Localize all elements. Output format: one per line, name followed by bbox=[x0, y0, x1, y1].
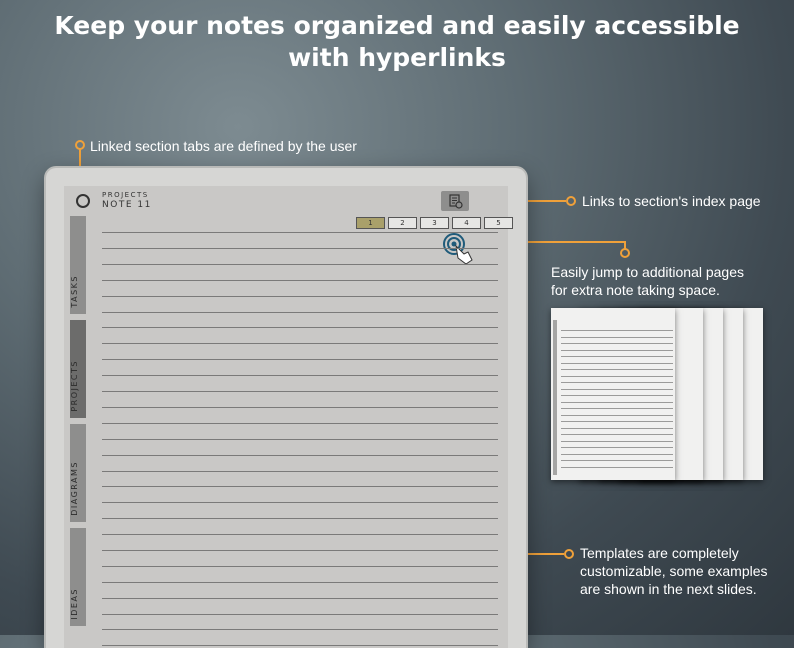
ruled-line bbox=[102, 359, 498, 360]
callout-index-end-dot bbox=[566, 196, 576, 206]
circle-icon[interactable] bbox=[76, 194, 90, 208]
planner-screen: PROJECTS NOTE 11 1 2 3 4 5 TASKS PROJECT… bbox=[64, 186, 513, 648]
callout-templates-line1: Templates are completely bbox=[580, 545, 739, 561]
document-index-icon bbox=[449, 194, 463, 209]
ruled-line bbox=[102, 645, 498, 646]
ruled-line bbox=[102, 518, 498, 519]
callout-templates-text: Templates are completely customizable, s… bbox=[580, 544, 768, 598]
ruled-line bbox=[102, 582, 498, 583]
page-button-5[interactable]: 5 bbox=[484, 217, 513, 229]
callout-templates-end-dot bbox=[564, 549, 574, 559]
ruled-line bbox=[102, 502, 498, 503]
mini-ruled-line bbox=[561, 350, 673, 351]
mini-page bbox=[551, 308, 675, 480]
mini-ruled-line bbox=[561, 434, 673, 435]
mini-ruled-line bbox=[561, 447, 673, 448]
section-title: PROJECTS bbox=[102, 191, 149, 199]
page-button-2[interactable]: 2 bbox=[388, 217, 417, 229]
mini-ruled-line bbox=[561, 356, 673, 357]
ruled-line bbox=[102, 343, 498, 344]
callout-templates-line3: are shown in the next slides. bbox=[580, 581, 757, 597]
tab-tasks-label: TASKS bbox=[70, 275, 79, 308]
pages-preview bbox=[551, 308, 763, 480]
mini-ruled-line bbox=[561, 343, 673, 344]
ruled-line bbox=[102, 232, 498, 233]
tab-ideas[interactable]: IDEAS bbox=[70, 528, 86, 626]
tab-ideas-label: IDEAS bbox=[70, 588, 79, 620]
headline-line1: Keep your notes organized and easily acc… bbox=[54, 11, 740, 40]
mini-ruled-line bbox=[561, 382, 673, 383]
ruled-line bbox=[102, 550, 498, 551]
mini-ruled-line bbox=[561, 369, 673, 370]
ruled-line bbox=[102, 248, 498, 249]
ruled-line bbox=[102, 407, 498, 408]
ruled-line bbox=[102, 629, 498, 630]
page-button-3[interactable]: 3 bbox=[420, 217, 449, 229]
ruled-line bbox=[102, 486, 498, 487]
mini-ruled-line bbox=[561, 454, 673, 455]
mini-ruled-line bbox=[561, 337, 673, 338]
page-selector: 1 2 3 4 5 bbox=[356, 217, 513, 229]
ruled-line bbox=[102, 566, 498, 567]
index-button[interactable] bbox=[441, 191, 469, 211]
page-button-1[interactable]: 1 bbox=[356, 217, 385, 229]
ruled-line bbox=[102, 296, 498, 297]
ruled-line bbox=[102, 423, 498, 424]
tab-diagrams-label: DIAGRAMS bbox=[70, 461, 79, 516]
mini-ruled-line bbox=[561, 330, 673, 331]
callout-templates-line2: customizable, some examples bbox=[580, 563, 768, 579]
ruled-line bbox=[102, 264, 498, 265]
mini-ruled-line bbox=[561, 467, 673, 468]
tab-projects-label: PROJECTS bbox=[70, 360, 79, 412]
tab-projects[interactable]: PROJECTS bbox=[70, 320, 86, 418]
ruled-line bbox=[102, 614, 498, 615]
callout-tabs-text: Linked section tabs are defined by the u… bbox=[90, 138, 357, 154]
mini-tab-strip bbox=[553, 320, 557, 475]
ruled-line bbox=[102, 471, 498, 472]
callout-jump-line1: Easily jump to additional pages bbox=[551, 264, 745, 280]
ruled-line bbox=[102, 455, 498, 456]
mini-ruled-line bbox=[561, 460, 673, 461]
mini-ruled-line bbox=[561, 441, 673, 442]
note-title: NOTE 11 bbox=[102, 200, 152, 210]
ruled-line bbox=[102, 391, 498, 392]
tablet-device: PROJECTS NOTE 11 1 2 3 4 5 TASKS PROJECT… bbox=[46, 168, 526, 648]
ruled-line bbox=[102, 280, 498, 281]
mini-ruled-line bbox=[561, 415, 673, 416]
headline-line2: with hyperlinks bbox=[288, 43, 506, 72]
ruled-line bbox=[102, 375, 498, 376]
callout-jump-text: Easily jump to additional pages for extr… bbox=[551, 263, 744, 299]
mini-ruled-line bbox=[561, 395, 673, 396]
callout-index-text: Links to section's index page bbox=[582, 193, 761, 209]
tab-tasks[interactable]: TASKS bbox=[70, 216, 86, 314]
headline: Keep your notes organized and easily acc… bbox=[0, 10, 794, 74]
tap-gesture-icon bbox=[443, 233, 473, 265]
mini-ruled-line bbox=[561, 389, 673, 390]
mini-ruled-line bbox=[561, 402, 673, 403]
ruled-line bbox=[102, 534, 498, 535]
tab-diagrams[interactable]: DIAGRAMS bbox=[70, 424, 86, 522]
ruled-line bbox=[102, 312, 498, 313]
mini-ruled-line bbox=[561, 363, 673, 364]
callout-jump-end-dot bbox=[620, 248, 630, 258]
mini-ruled-line bbox=[561, 376, 673, 377]
ruled-line bbox=[102, 327, 498, 328]
mini-ruled-line bbox=[561, 421, 673, 422]
page-button-4[interactable]: 4 bbox=[452, 217, 481, 229]
ruled-line bbox=[102, 439, 498, 440]
mini-ruled-line bbox=[561, 408, 673, 409]
mini-ruled-line bbox=[561, 428, 673, 429]
ruled-line bbox=[102, 598, 498, 599]
callout-jump-line2: for extra note taking space. bbox=[551, 282, 720, 298]
